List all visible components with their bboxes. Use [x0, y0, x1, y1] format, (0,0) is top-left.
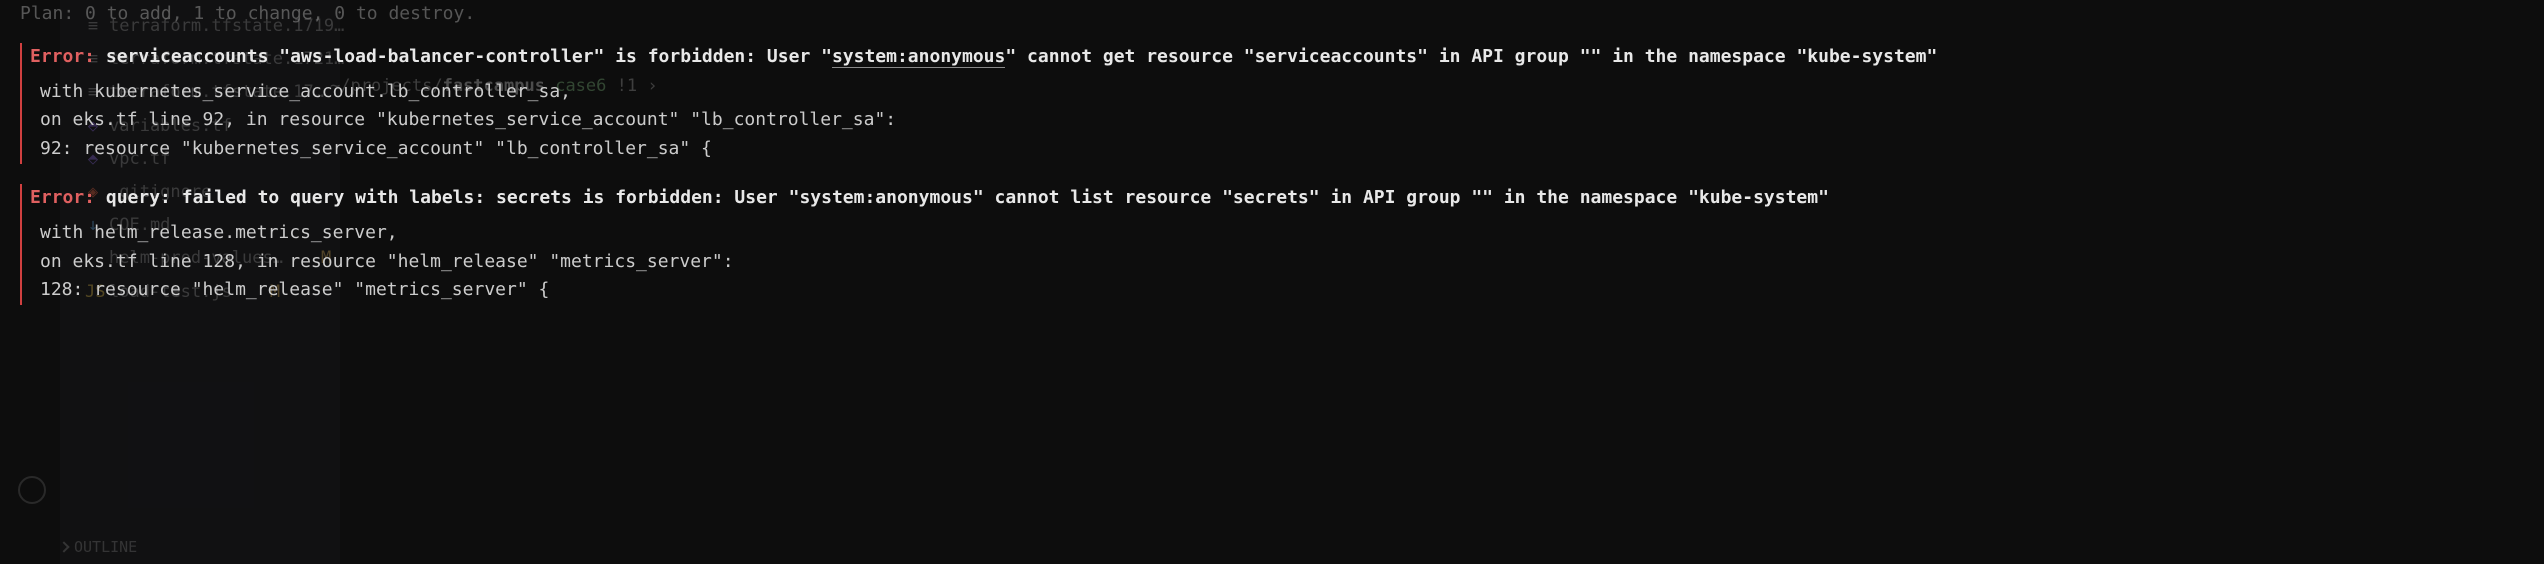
chevron-right-icon	[58, 541, 69, 552]
error-context-line: 128: resource "helm_release" "metrics_se…	[40, 276, 2524, 305]
error-context: with helm_release.metrics_server, on eks…	[30, 219, 2524, 305]
error-message-underlined: system:anonymous	[832, 46, 1005, 68]
error-context-line: on eks.tf line 128, in resource "helm_re…	[40, 248, 2524, 277]
error-message: serviceaccounts "aws-load-balancer-contr…	[106, 46, 1937, 68]
account-icon[interactable]	[18, 476, 46, 504]
terminal-output[interactable]: Plan: 0 to add, 1 to change, 0 to destro…	[0, 0, 2544, 305]
error-header: Error: query: failed to query with label…	[30, 184, 2524, 213]
error-block: Error: query: failed to query with label…	[20, 184, 2524, 305]
error-context-line: with helm_release.metrics_server,	[40, 219, 2524, 248]
error-header: Error: serviceaccounts "aws-load-balance…	[30, 43, 2524, 72]
error-context-line: 92: resource "kubernetes_service_account…	[40, 135, 2524, 164]
error-context-line: on eks.tf line 92, in resource "kubernet…	[40, 106, 2524, 135]
outline-label: OUTLINE	[74, 535, 137, 559]
error-message-post: " cannot get resource "serviceaccounts" …	[1005, 46, 1937, 67]
error-block: Error: serviceaccounts "aws-load-balance…	[20, 43, 2524, 164]
outline-section[interactable]: OUTLINE	[60, 535, 137, 559]
terraform-plan-summary: Plan: 0 to add, 1 to change, 0 to destro…	[20, 0, 2524, 29]
error-label: Error:	[30, 187, 95, 208]
error-label: Error:	[30, 46, 95, 67]
error-message: query: failed to query with labels: secr…	[106, 187, 1829, 208]
error-context: with kubernetes_service_account.lb_contr…	[30, 78, 2524, 164]
error-message-pre: serviceaccounts "aws-load-balancer-contr…	[106, 46, 832, 67]
error-context-line: with kubernetes_service_account.lb_contr…	[40, 78, 2524, 107]
